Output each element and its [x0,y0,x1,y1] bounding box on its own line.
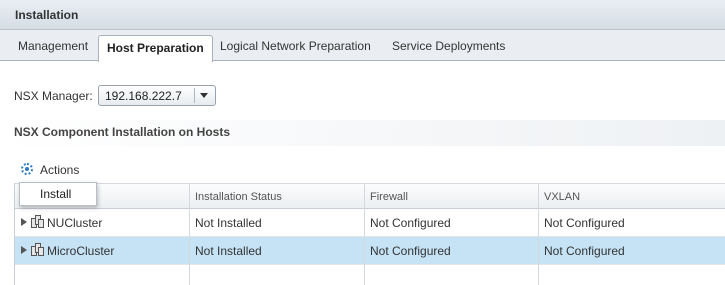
installation-status: Not Installed [195,216,262,230]
column-divider [538,183,539,285]
tab-host-preparation[interactable]: Host Preparation [98,35,213,62]
hosts-table: Installation Status Firewall VXLAN NUClu… [14,183,725,285]
cluster-name[interactable]: MicroCluster [47,244,114,258]
column-divider [189,183,190,285]
panel-title: Installation [15,8,79,22]
table-row[interactable]: NUCluster Not Installed Not Configured N… [15,209,725,237]
section-title: NSX Component Installation on Hosts [14,125,231,139]
install-label: Install [40,187,72,201]
tab-service-deployments[interactable]: Service Deployments [392,39,505,53]
column-header-installation-status[interactable]: Installation Status [195,191,282,203]
select-divider [194,88,195,103]
install-menu-item[interactable]: Install [19,182,97,206]
nsx-manager-label: NSX Manager: [14,89,93,103]
expand-arrow-icon[interactable] [21,246,27,254]
actions-label: Actions [40,163,80,177]
nsx-manager-value: 192.168.222.7 [105,89,182,103]
cluster-icon [31,215,44,228]
column-header-vxlan[interactable]: VXLAN [544,191,580,203]
firewall-status: Not Configured [370,216,451,230]
vxlan-status: Not Configured [544,216,625,230]
column-divider [364,183,365,285]
nsx-manager-select[interactable]: 192.168.222.7 [98,85,216,106]
vxlan-status: Not Configured [544,244,625,258]
table-header: Installation Status Firewall VXLAN [15,183,725,209]
cluster-name[interactable]: NUCluster [47,216,102,230]
section-header: NSX Component Installation on Hosts [0,120,725,146]
table-row[interactable]: MicroCluster Not Installed Not Configure… [15,237,725,265]
panel-header: Installation [0,0,725,30]
firewall-status: Not Configured [370,244,451,258]
tab-logical-network-preparation[interactable]: Logical Network Preparation [220,39,371,53]
column-header-firewall[interactable]: Firewall [370,191,408,203]
gear-icon [21,163,33,175]
chevron-down-icon[interactable] [200,93,208,98]
installation-status: Not Installed [195,244,262,258]
tab-management[interactable]: Management [18,39,88,53]
tab-strip: Management Host Preparation Logical Netw… [0,30,725,62]
cluster-icon [31,243,44,256]
expand-arrow-icon[interactable] [21,218,27,226]
